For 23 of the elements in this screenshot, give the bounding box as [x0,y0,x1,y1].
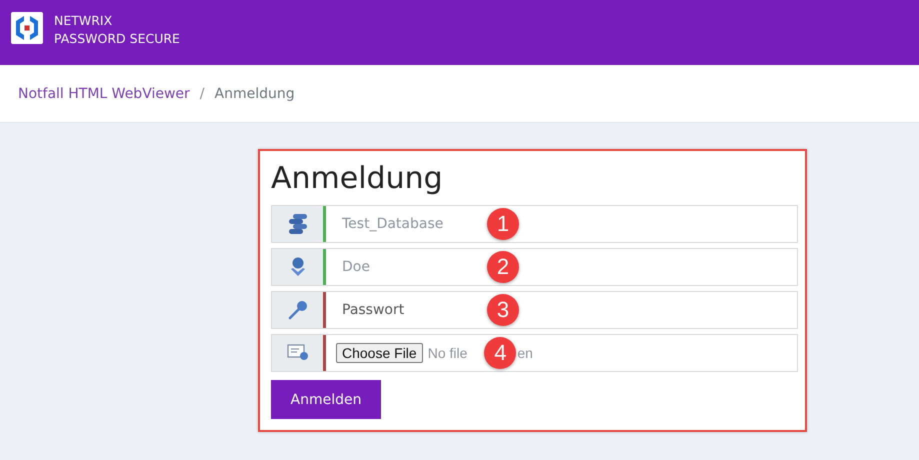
database-icon [286,214,308,234]
input-group[interactable]: Test_Database 1 [271,205,798,243]
brand-name: PASSWORD SECURE [54,30,180,48]
brand-name: NETWRIX [54,12,114,30]
breadcrumb-separator: / [198,86,206,102]
breadcrumb-link[interactable]: Notfall HTML WebViewer [18,86,190,102]
number-badge: 4 [484,337,516,369]
file-status-text: en [517,345,533,361]
number-badge: 1 [487,208,519,240]
number-badge: 2 [487,251,519,283]
input-group[interactable]: Passwort 3 [271,291,798,329]
input-group[interactable]: Doe 2 [271,248,798,286]
number-badge: 3 [487,294,519,326]
logo-icon [11,12,43,44]
form-title: Anmeldung [271,161,444,197]
file-status-text: No file [428,345,468,361]
choose-file-button[interactable]: Choose File [336,343,423,363]
user-icon [290,257,306,277]
login-button[interactable]: Anmelden [271,380,381,419]
certificate-icon [286,344,308,362]
breadcrumb-current: Anmeldung [214,86,295,102]
key-icon [288,300,308,320]
input-group[interactable]: Choose File No file 4 en [271,334,798,372]
